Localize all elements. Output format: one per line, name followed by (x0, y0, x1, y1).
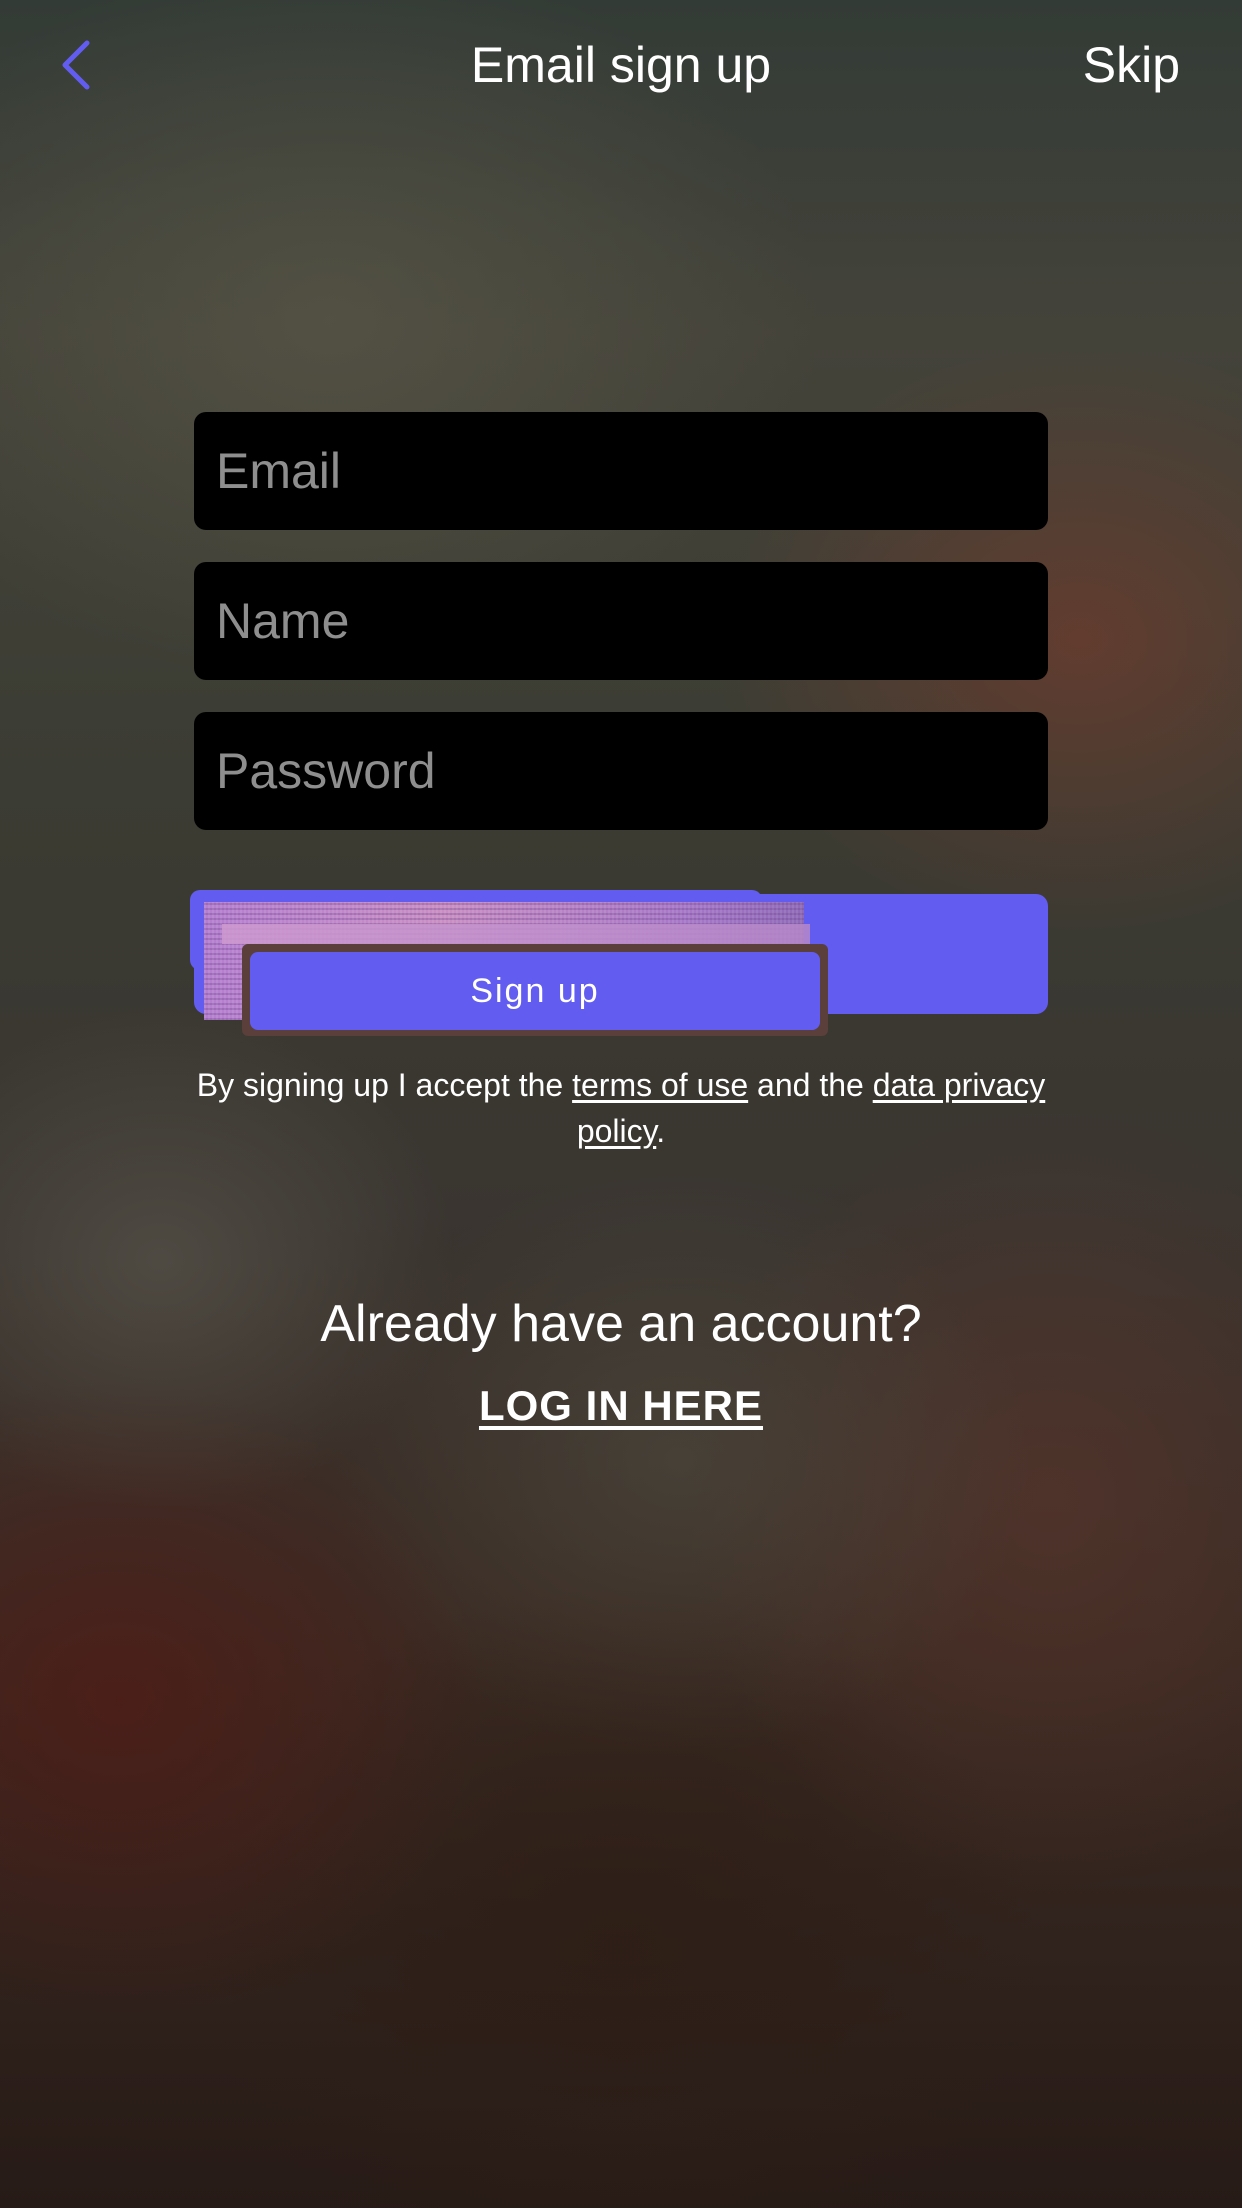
terms-middle: and the (748, 1067, 873, 1103)
email-field[interactable] (194, 412, 1048, 530)
signup-button[interactable]: Sign up (250, 952, 820, 1030)
login-link[interactable]: LOG IN HERE (479, 1382, 763, 1429)
terms-of-use-link[interactable]: terms of use (572, 1067, 748, 1103)
name-field[interactable] (194, 562, 1048, 680)
password-field[interactable] (194, 712, 1048, 830)
terms-suffix: . (656, 1113, 666, 1149)
render-glitch-artifact-strip (222, 924, 810, 944)
login-link-container: LOG IN HERE (0, 1378, 1242, 1434)
skip-button[interactable]: Skip (1083, 32, 1180, 98)
terms-notice: By signing up I accept the terms of use … (194, 1062, 1048, 1154)
page-title: Email sign up (470, 37, 772, 93)
terms-prefix: By signing up I accept the (196, 1067, 573, 1103)
login-prompt: Already have an account? (320, 1295, 922, 1353)
